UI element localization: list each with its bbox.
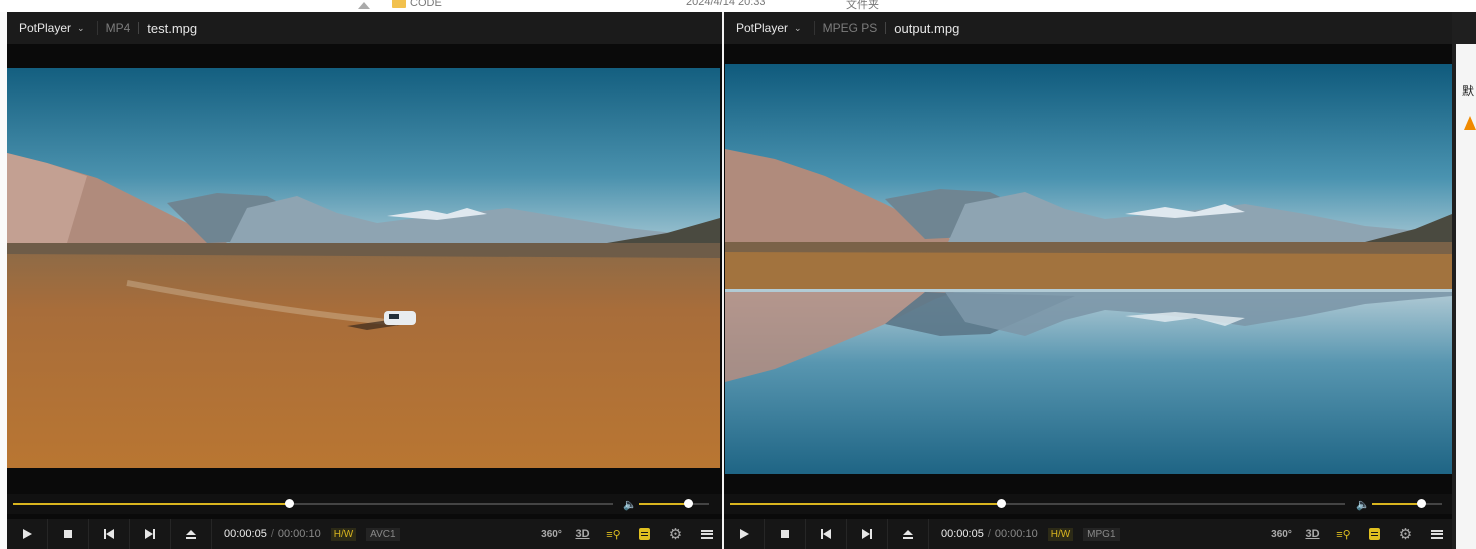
folder-date: 2024/4/14 20:33 [686,0,766,8]
control-bar: 00:00:05 / 00:00:10 H/W AVC1 360° 3D ≡⚲ … [7,519,722,549]
subtitle-icon [1369,528,1380,540]
chevron-down-icon: ⌄ [77,22,85,33]
seek-bar[interactable] [730,499,1345,508]
playlist-search-button[interactable]: ≡⚲ [598,519,629,549]
next-button[interactable] [130,519,171,549]
playlist-search-icon: ≡⚲ [1336,528,1351,541]
total-time: 00:00:10 [277,528,321,540]
volume-slider[interactable] [639,499,709,508]
file-name: test.mpg [147,20,198,36]
edge-text: 默 [1462,84,1475,98]
volume-handle[interactable] [684,499,693,508]
seek-progress [730,503,1001,505]
skip-back-icon [821,529,831,539]
menu-button[interactable] [691,519,722,549]
volume-handle[interactable] [1417,499,1426,508]
3d-button[interactable]: 3D [1297,519,1328,549]
open-file-button[interactable] [888,519,929,549]
time-separator: / [270,528,274,540]
volume-level [1372,503,1421,505]
open-file-button[interactable] [171,519,212,549]
folder-type: 文件夹 [846,0,879,11]
app-menu-button[interactable]: PotPlayer ⌄ [7,21,97,35]
background-file-explorer: CODE 2024/4/14 20:33 文件夹 [0,0,1476,12]
total-time: 00:00:10 [994,528,1038,540]
hardware-decode-badge[interactable]: H/W [330,527,357,541]
desert-scene [7,68,720,468]
time-display: 00:00:05 / 00:00:10 H/W AVC1 [212,527,400,541]
hamburger-icon [700,529,713,539]
skip-back-icon [104,529,114,539]
settings-button[interactable]: ⚙ [1390,519,1421,549]
time-display: 00:00:05 / 00:00:10 H/W MPG1 [929,527,1120,541]
vr-360-button[interactable]: 360° [536,519,567,549]
playlist-search-button[interactable]: ≡⚲ [1328,519,1359,549]
gear-icon: ⚙ [668,526,683,543]
folder-name: CODE [410,0,442,9]
seek-handle[interactable] [996,499,1006,508]
play-icon [23,529,32,539]
vr-360-button[interactable]: 360° [1266,519,1297,549]
skip-forward-icon [145,529,155,539]
current-time: 00:00:05 [224,528,267,540]
folder-entry[interactable]: CODE [392,0,442,9]
mouse-cursor-icon [358,2,370,9]
seek-progress [13,503,289,505]
app-name: PotPlayer [19,21,72,35]
gear-icon: ⚙ [1398,526,1413,543]
eject-icon [186,530,196,539]
play-icon [740,529,749,539]
title-bar[interactable]: PotPlayer ⌄ MPEG PS output.mpg [724,12,1452,44]
video-frame[interactable] [7,68,720,468]
subtitle-button[interactable] [1359,519,1390,549]
vlc-cone-icon[interactable] [1464,116,1476,130]
video-frame[interactable] [725,64,1452,474]
file-name: output.mpg [894,20,960,36]
hardware-decode-badge[interactable]: H/W [1047,527,1074,541]
chevron-down-icon: ⌄ [794,22,802,33]
player-window-right[interactable]: PotPlayer ⌄ MPEG PS output.mpg 🔈 00:00:0… [724,12,1452,549]
skip-forward-icon [862,529,872,539]
volume-icon[interactable]: 🔈 [623,498,637,511]
subtitle-icon [639,528,650,540]
volume-icon[interactable]: 🔈 [1356,498,1370,511]
format-label: MPEG PS [813,21,886,35]
format-label: MP4 [96,21,139,35]
previous-button[interactable] [89,519,130,549]
volume-level [639,503,688,505]
stop-button[interactable] [48,519,89,549]
subtitle-button[interactable] [629,519,660,549]
app-menu-button[interactable]: PotPlayer ⌄ [724,21,814,35]
seek-row: 🔈 [724,494,1452,514]
codec-badge: AVC1 [366,527,400,541]
lake-reflection-scene [725,64,1452,474]
3d-button[interactable]: 3D [567,519,598,549]
codec-badge: MPG1 [1083,527,1120,541]
folder-icon [392,0,406,8]
play-button[interactable] [724,519,765,549]
seek-row: 🔈 [7,494,722,514]
seek-handle[interactable] [285,499,294,508]
control-bar: 00:00:05 / 00:00:10 H/W MPG1 360° 3D ≡⚲ … [724,519,1452,549]
stop-button[interactable] [765,519,806,549]
time-separator: / [987,528,991,540]
current-time: 00:00:05 [941,528,984,540]
background-app-edge: 默 [1452,12,1476,549]
stop-icon [781,530,789,538]
eject-icon [903,530,913,539]
playlist-search-icon: ≡⚲ [606,528,621,541]
previous-button[interactable] [806,519,847,549]
title-bar[interactable]: PotPlayer ⌄ MP4 test.mpg [7,12,722,44]
background-window-edge [0,12,7,549]
player-window-left[interactable]: PotPlayer ⌄ MP4 test.mpg 🔈 00:00:05 / 00… [7,12,722,549]
play-button[interactable] [7,519,48,549]
stop-icon [64,530,72,538]
app-name: PotPlayer [736,21,789,35]
next-button[interactable] [847,519,888,549]
menu-button[interactable] [1421,519,1452,549]
hamburger-icon [1430,529,1443,539]
seek-bar[interactable] [13,499,613,508]
volume-slider[interactable] [1372,499,1442,508]
settings-button[interactable]: ⚙ [660,519,691,549]
